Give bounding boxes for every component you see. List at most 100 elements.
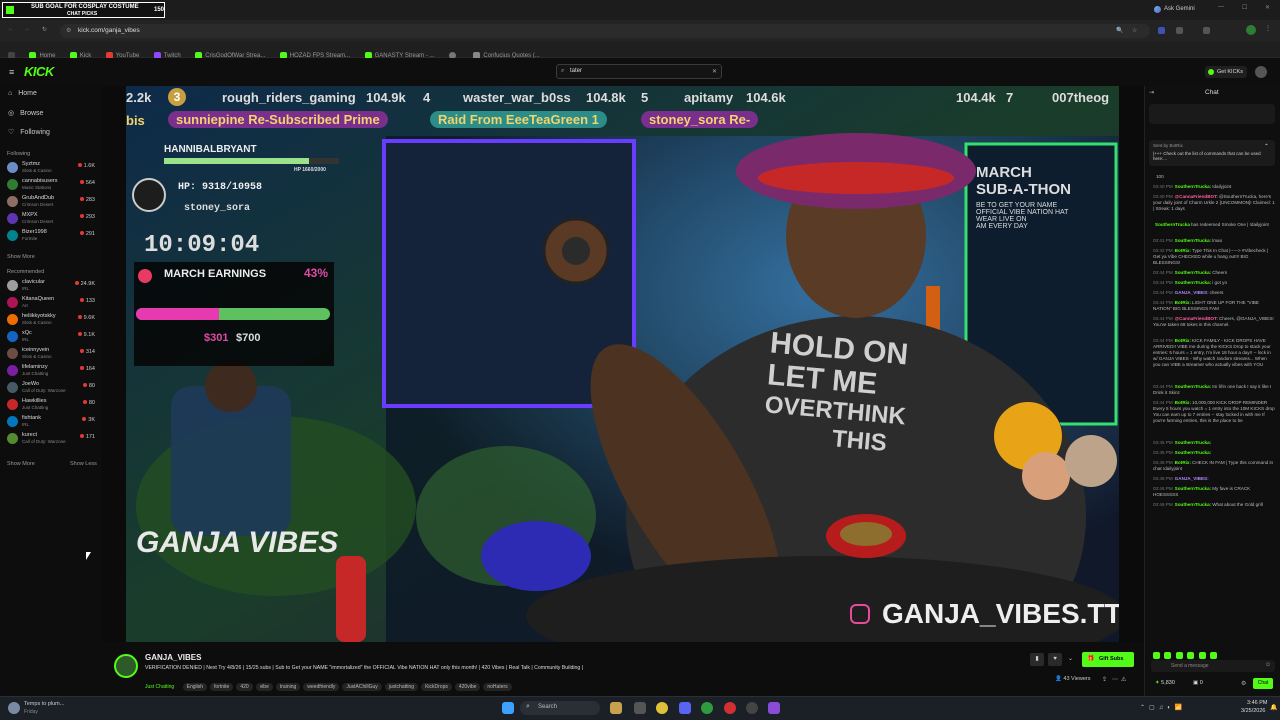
sidebar-channel[interactable]: GrubAndDub Crimson Desert 283 (7, 194, 97, 210)
chat-username[interactable]: GANJA_VIBES: (1175, 476, 1209, 481)
chat-username[interactable]: SouthernTrucka (1155, 222, 1190, 227)
chat-input[interactable]: Send a message ☺ (1151, 660, 1275, 672)
chat-username[interactable]: SouthernTrucka: (1175, 238, 1212, 243)
notification-icon[interactable]: 🔔 (1270, 704, 1277, 711)
chat-username[interactable]: SouthernTrucka: (1175, 280, 1212, 285)
chat-message[interactable]: 03:44 PM BotRix:KICK FAMILY - KICK DROPS … (1153, 338, 1275, 368)
chat-message[interactable]: 03:44 PM BotRix:LIGHT ONE UP FOR THE "VIB… (1153, 300, 1275, 312)
chat-message[interactable]: 03:44 PM BotRix:10,000,000 KICK DROP REMI… (1153, 400, 1275, 424)
chat-message[interactable]: 03:44 PM SouthernTrucka:Im lil'in one bac… (1153, 384, 1275, 396)
chat-message[interactable]: 03:42 PM BotRix:Type This In Chat |----->… (1153, 248, 1275, 266)
chat-username[interactable]: SouthernTrucka: (1175, 270, 1212, 275)
stream-tag[interactable]: KickDrops (421, 683, 452, 691)
task-view-icon[interactable] (634, 702, 646, 714)
windows-start-icon[interactable] (502, 702, 514, 714)
show-more-recommended[interactable]: Show More (7, 461, 35, 467)
sidebar-channel[interactable]: kurect Call of Duty: Warzone 171 (7, 431, 97, 447)
emoji-icon[interactable]: ☺ (1265, 662, 1271, 668)
follow-heart-button[interactable]: ♥ (1048, 653, 1062, 666)
kicks-balance[interactable]: ▣ 0 (1193, 680, 1203, 686)
clear-search-icon[interactable]: ✕ (712, 68, 717, 75)
stream-tag[interactable]: 420 (236, 683, 253, 691)
app-icon[interactable] (724, 702, 736, 714)
bookmark-star-icon[interactable]: ☆ (1132, 27, 1137, 34)
sidebar-channel[interactable]: cannabisusers Music Stations 564 (7, 177, 97, 193)
stream-tag[interactable]: justchatting (384, 683, 419, 691)
sidebar-channel[interactable]: Hawkillies Just Chatting 80 (7, 397, 97, 413)
weather-text[interactable]: Temps to plum... (24, 701, 64, 707)
stream-tag[interactable]: weedfriendly (303, 683, 340, 691)
profile-avatar[interactable] (1246, 25, 1256, 35)
chat-username[interactable]: SouthernTrucka: (1175, 440, 1212, 445)
chat-message[interactable]: 03:44 PM GANJA_VIBES:cheers (1153, 290, 1275, 296)
stream-tag[interactable]: English (182, 683, 208, 691)
stream-tag[interactable]: 420vibe (454, 683, 481, 691)
chat-message[interactable]: 03:40 PM SouthernTrucka:!dailyjoint (1153, 184, 1275, 190)
video-player[interactable]: 2.2k 3 rough_riders_gaming 104.9k 4 wast… (126, 86, 1119, 642)
chat-message[interactable]: 03:45 PM SouthernTrucka: (1153, 450, 1275, 456)
sidebar-channel[interactable]: clavicular IRL 24.9K (7, 278, 97, 294)
share-icon[interactable]: ⇪ (1102, 676, 1107, 683)
chat-username[interactable]: BotRix: (1175, 338, 1191, 343)
stream-tag[interactable]: training (275, 683, 301, 691)
ask-gemini-button[interactable]: Ask Gemini (1164, 6, 1195, 12)
stream-tag[interactable]: vibe (255, 683, 273, 691)
weather-icon[interactable] (8, 702, 20, 714)
clock-date[interactable]: 3/25/2026 (1241, 708, 1265, 714)
chat-username[interactable]: @CannaFriendBOT: (1175, 316, 1218, 321)
chat-username[interactable]: SouthernTrucka: (1175, 486, 1212, 491)
chat-settings-icon[interactable]: ⚙ (1241, 680, 1246, 687)
clip-button[interactable]: ▮ (1030, 653, 1044, 666)
category-link[interactable]: Just Chatting (145, 684, 174, 690)
chat-message[interactable]: 03:44 PM SouthernTrucka:Cheers (1153, 270, 1275, 276)
chat-username[interactable]: GANJA_VIBES: (1175, 290, 1209, 295)
chat-username[interactable]: BotRix: (1175, 300, 1191, 305)
chat-username[interactable]: BotRix: (1175, 400, 1191, 405)
channel-points[interactable]: ✦ 5,830 (1155, 680, 1175, 686)
chat-username[interactable]: SouthernTrucka: (1175, 502, 1212, 507)
sidebar-channel[interactable]: Syztmz Slots & Casino 1.6K (7, 160, 97, 176)
sidebar-channel[interactable]: MXPX Crimson Desert 293 (7, 211, 97, 227)
chat-username[interactable]: BotRix: (1175, 460, 1191, 465)
stream-tag[interactable]: fortnite (210, 683, 234, 691)
nav-following[interactable]: ♡ Following (8, 128, 50, 137)
emote-icon[interactable] (1164, 652, 1172, 659)
chat-message[interactable]: 03:46 PM SouthernTrucka:My fave is CRACK … (1153, 486, 1275, 498)
maximize-icon[interactable]: ☐ (1242, 4, 1247, 11)
back-icon[interactable]: ← (8, 26, 14, 32)
site-info-icon[interactable]: ⚙ (66, 27, 71, 34)
minimize-icon[interactable]: — (1218, 4, 1224, 10)
chat-message[interactable]: 03:41 PM SouthernTrucka:lmao (1153, 238, 1275, 244)
chat-username[interactable]: SouthernTrucka: (1175, 450, 1212, 455)
stream-tag[interactable]: JustAChillGuy (342, 683, 382, 691)
chat-message[interactable]: 03:44 PM @CannaFriendBOT:Cheers, @GANJA_V… (1153, 316, 1275, 328)
sidebar-channel[interactable]: lifelaminzy Just Chatting 164 (7, 363, 97, 379)
system-tray[interactable]: ⌃▢♫◐📶 (1140, 704, 1186, 711)
sidebar-channel[interactable]: JoeWo Call of Duty: Warzone 80 (7, 380, 97, 396)
more-options-icon[interactable]: ⋯ (1112, 676, 1118, 683)
show-less-recommended[interactable]: Show Less (70, 461, 97, 467)
chat-username[interactable]: SouthernTrucka: (1175, 184, 1212, 189)
chrome-icon[interactable] (656, 702, 668, 714)
sidebar-channel[interactable]: Bizer1998 Fortnite 291 (7, 228, 97, 244)
browser-menu-icon[interactable]: ⋮ (1265, 25, 1271, 32)
clock-time[interactable]: 3:46 PM (1247, 700, 1267, 706)
chat-message[interactable]: 03:46 PM SouthernTrucka:What about the Go… (1153, 502, 1275, 508)
nav-browse[interactable]: ◎ Browse (8, 109, 43, 118)
chat-username[interactable]: @CannaFriendBOT: (1175, 194, 1218, 199)
pinned-message[interactable]: Sent by BotRix ⌖ |+++ Check out the list… (1149, 140, 1275, 166)
user-avatar[interactable] (1255, 66, 1267, 78)
widgets-icon[interactable] (610, 702, 622, 714)
sidebar-channel[interactable]: iceinnyvein Slots & Casino 314 (7, 346, 97, 362)
sidebar-channel[interactable]: fishtank IRL 3K (7, 414, 97, 430)
chat-username[interactable]: SouthernTrucka: (1175, 384, 1212, 389)
reload-icon[interactable]: ↻ (42, 26, 47, 33)
chat-message[interactable]: 03:46 PM GANJA_VIBES: (1153, 476, 1275, 482)
stream-tag[interactable]: noHaters (483, 683, 512, 691)
zoom-icon[interactable]: 🔍 (1116, 27, 1123, 34)
hamburger-menu-icon[interactable]: ≡ (9, 67, 14, 77)
emote-icon[interactable] (1187, 652, 1195, 659)
collapse-chat-icon[interactable]: ⇥ (1149, 89, 1154, 96)
emote-icon[interactable] (1198, 652, 1206, 659)
chevron-down-icon[interactable]: ⌄ (1068, 655, 1073, 662)
